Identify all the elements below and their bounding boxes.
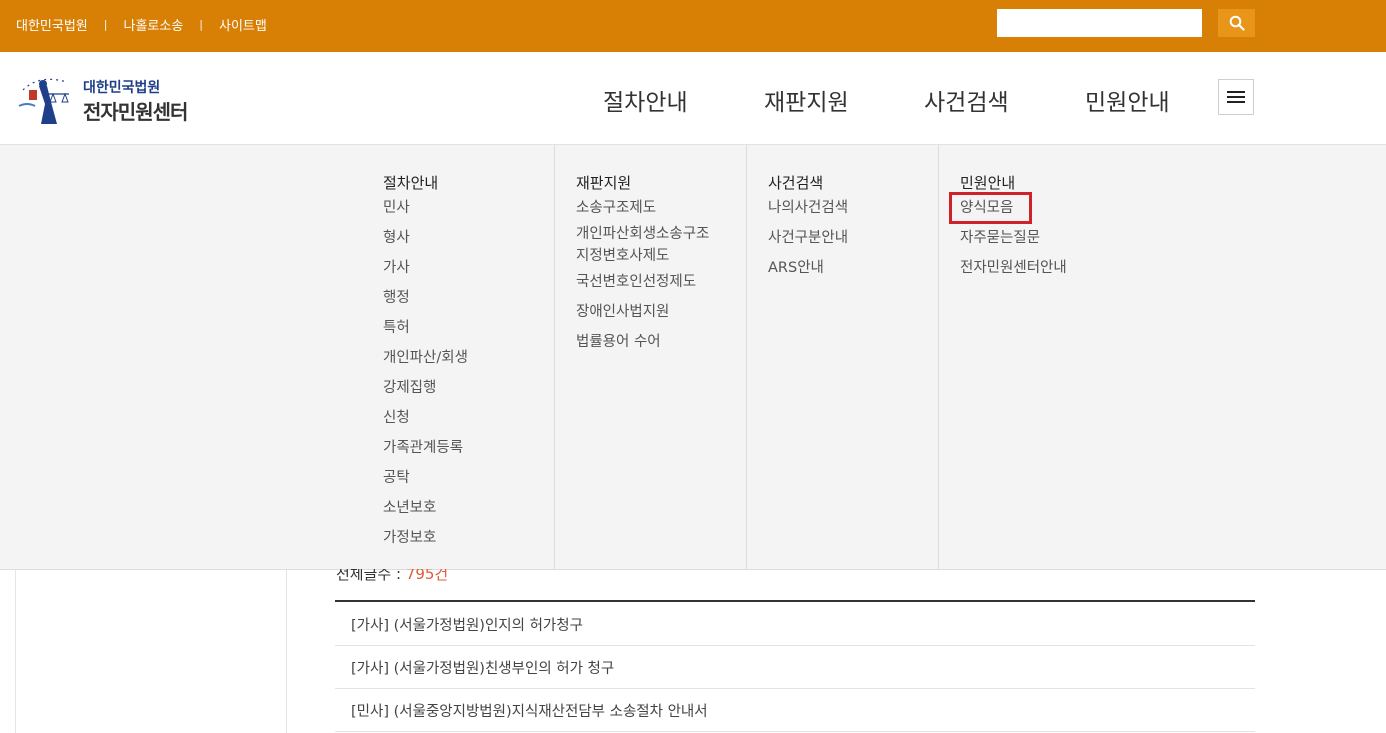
- mega-column-title[interactable]: 사건검색: [768, 172, 823, 193]
- menu-item-my-case[interactable]: 나의사건검색: [768, 198, 848, 218]
- menu-item-domestic-protection[interactable]: 가정보호: [383, 528, 436, 548]
- menu-item-administrative[interactable]: 행정: [383, 288, 410, 308]
- highlight-box: [949, 192, 1032, 224]
- gnb-procedure[interactable]: 절차안내: [603, 83, 688, 117]
- link-sitemap[interactable]: 사이트맵: [219, 15, 267, 34]
- utility-links: 대한민국법원 | 나홀로소송 | 사이트맵: [16, 15, 267, 34]
- menu-item-case-type[interactable]: 사건구분안내: [768, 228, 848, 248]
- menu-item-juvenile[interactable]: 소년보호: [383, 498, 436, 518]
- mega-menu: 절차안내 민사 형사 가사 행정 특허 개인파산/회생 강제집행 신청 가족관계…: [0, 145, 1386, 570]
- list-item-title[interactable]: [가사] (서울가정법원)인지의 허가청구: [351, 614, 583, 635]
- link-separator: |: [103, 18, 108, 31]
- mega-column-title[interactable]: 절차안내: [383, 172, 438, 193]
- search-button[interactable]: [1218, 9, 1255, 37]
- menu-item-criminal[interactable]: 형사: [383, 228, 410, 248]
- court-emblem-icon: [18, 78, 69, 124]
- menu-item-litigation-aid[interactable]: 소송구조제도: [576, 198, 656, 218]
- logo-title-main: 전자민원센터: [83, 100, 188, 124]
- mega-column-case-search: 사건검색 나의사건검색 사건구분안내 ARS안내: [746, 145, 938, 569]
- site-logo[interactable]: 대한민국법원 전자민원센터: [17, 72, 217, 128]
- mega-column-trial-support: 재판지원 소송구조제도 개인파산회생소송구조 지정변호사제도 국선변호인선정제도…: [554, 145, 746, 569]
- search-input[interactable]: [997, 9, 1202, 37]
- list-item[interactable]: [민사] (서울중앙지방법원)지식재산전담부 소송절차 안내서: [335, 688, 1255, 732]
- hamburger-icon: [1227, 91, 1245, 103]
- mega-column-procedure: 절차안내 민사 형사 가사 행정 특허 개인파산/회생 강제집행 신청 가족관계…: [383, 145, 553, 569]
- hamburger-menu-button[interactable]: [1218, 79, 1254, 115]
- menu-item-family-registration[interactable]: 가족관계등록: [383, 438, 463, 458]
- menu-item-patent[interactable]: 특허: [383, 318, 410, 338]
- list-item[interactable]: [가사] (서울가정법원)인지의 허가청구: [335, 602, 1255, 646]
- list-item[interactable]: [가사] (서울가정법원)친생부인의 허가 청구: [335, 645, 1255, 689]
- menu-item-enforcement[interactable]: 강제집행: [383, 378, 436, 398]
- top-utility-bar: 대한민국법원 | 나홀로소송 | 사이트맵: [0, 0, 1386, 52]
- list-item-title[interactable]: [가사] (서울가정법원)친생부인의 허가 청구: [351, 657, 614, 678]
- left-sidebar: [15, 570, 287, 733]
- gnb-civil-service[interactable]: 민원안내: [1085, 83, 1170, 117]
- gnb-trial-support[interactable]: 재판지원: [764, 83, 849, 117]
- search-icon: [1229, 15, 1245, 31]
- menu-item-sign-language[interactable]: 법률용어 수어: [576, 332, 661, 352]
- mega-column-title[interactable]: 재판지원: [576, 172, 631, 193]
- menu-item-public-defender[interactable]: 국선변호인선정제도: [576, 272, 696, 292]
- menu-item-bankruptcy[interactable]: 개인파산/회생: [383, 348, 468, 368]
- menu-item-faq[interactable]: 자주묻는질문: [960, 228, 1040, 248]
- menu-item-family[interactable]: 가사: [383, 258, 410, 278]
- menu-item-center-info[interactable]: 전자민원센터안내: [960, 258, 1067, 278]
- menu-item-ars[interactable]: ARS안내: [768, 258, 824, 278]
- menu-item-deposit[interactable]: 공탁: [383, 468, 410, 488]
- list-item-title[interactable]: [민사] (서울중앙지방법원)지식재산전담부 소송절차 안내서: [351, 700, 708, 721]
- mega-column-title[interactable]: 민원안내: [960, 172, 1015, 193]
- menu-item-bankruptcy-aid[interactable]: 개인파산회생소송구조: [576, 224, 709, 244]
- logo-title-top: 대한민국법원: [83, 80, 161, 96]
- gnb-case-search[interactable]: 사건검색: [924, 83, 1009, 117]
- menu-item-disability-support[interactable]: 장애인사법지원: [576, 302, 669, 322]
- link-court[interactable]: 대한민국법원: [16, 15, 88, 34]
- site-header: 대한민국법원 전자민원센터 절차안내 재판지원 사건검색 민원안내: [0, 52, 1386, 145]
- menu-item-designated-lawyer[interactable]: 지정변호사제도: [576, 246, 669, 266]
- link-self-litigation[interactable]: 나홀로소송: [123, 15, 183, 34]
- menu-item-civil[interactable]: 민사: [383, 198, 410, 218]
- menu-item-application[interactable]: 신청: [383, 408, 410, 428]
- link-separator: |: [199, 18, 204, 31]
